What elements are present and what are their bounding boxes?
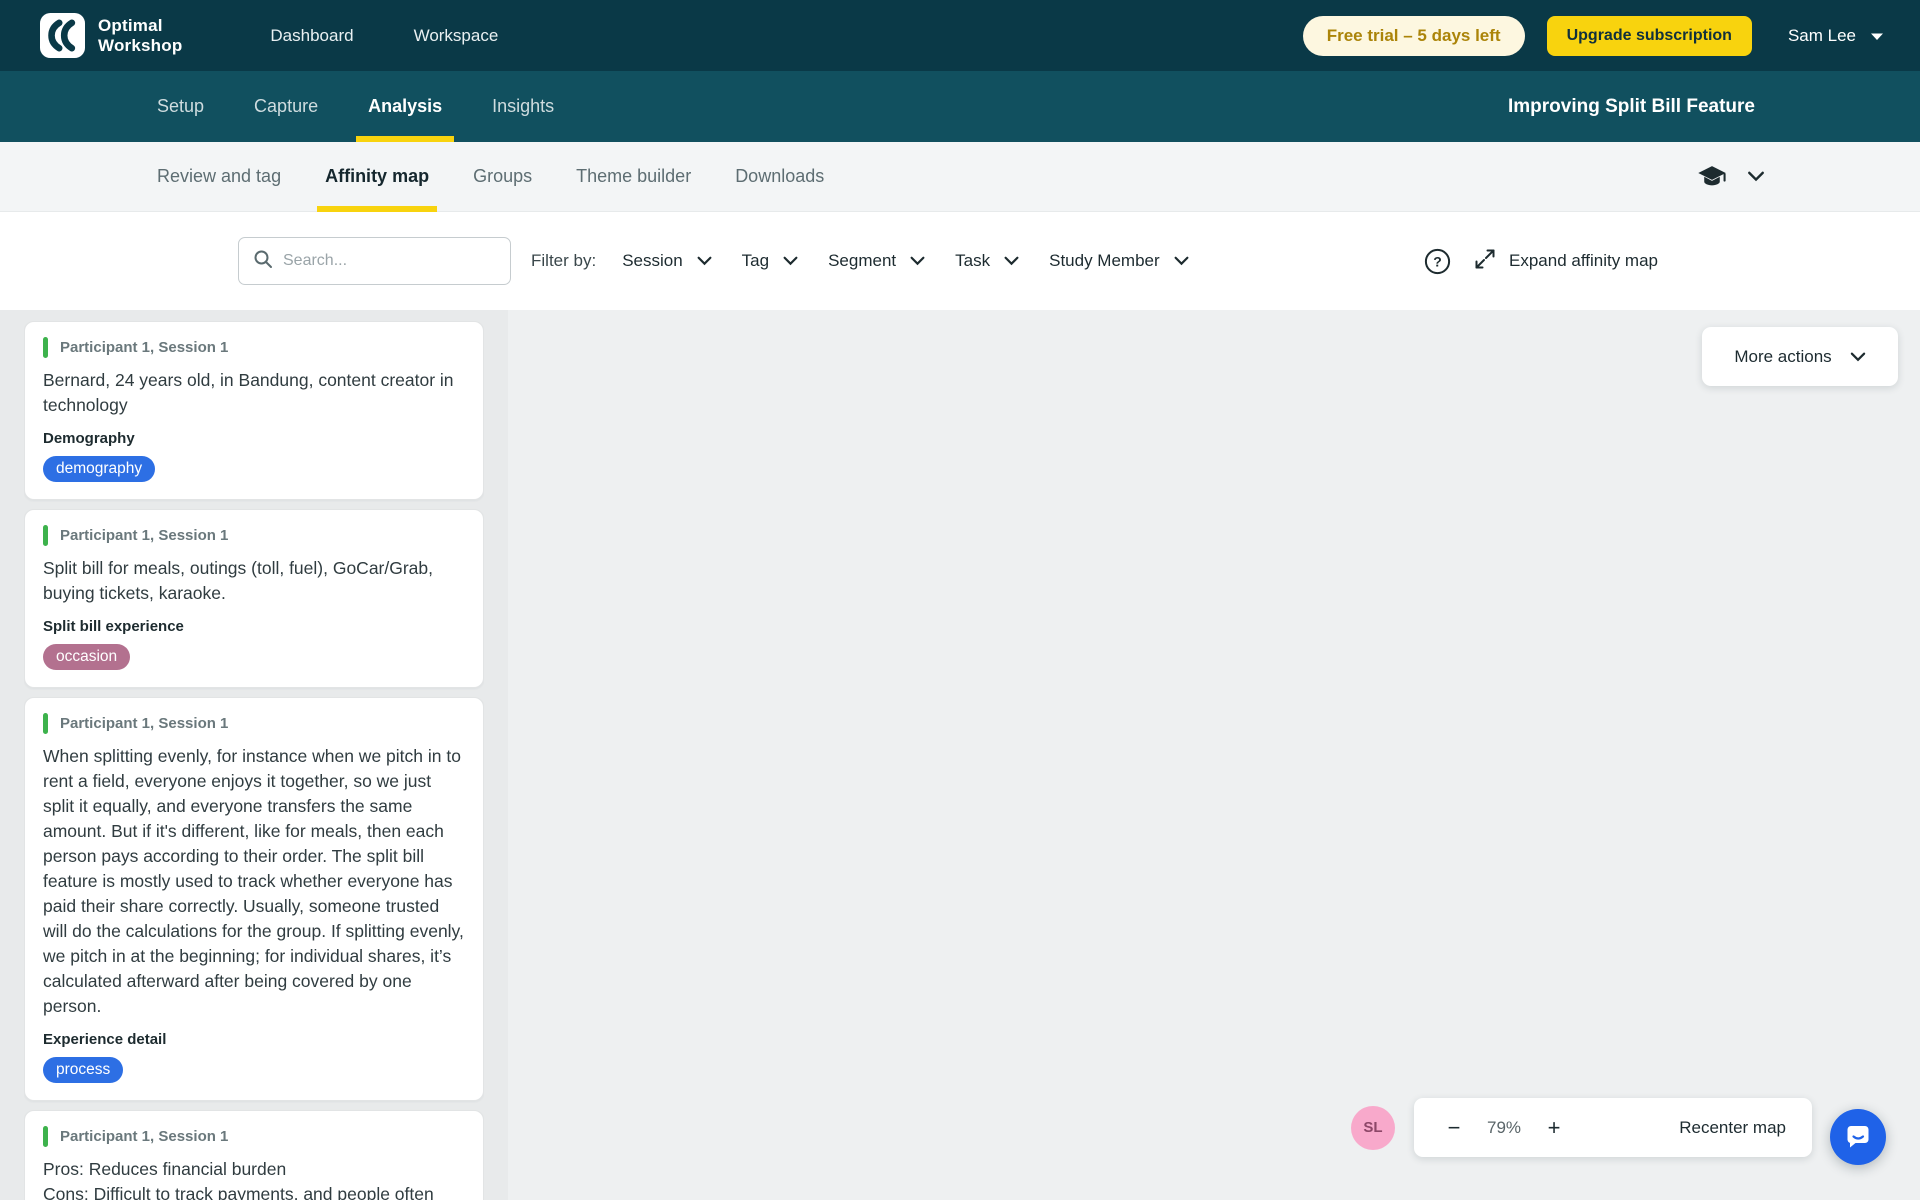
note-header: Participant 1, Session 1 bbox=[43, 713, 465, 734]
chevron-down-icon bbox=[910, 256, 925, 266]
note-header: Participant 1, Session 1 bbox=[43, 1126, 465, 1147]
nav-dashboard[interactable]: Dashboard bbox=[270, 26, 353, 46]
zoom-bar: − 79% + Recenter map bbox=[1414, 1098, 1812, 1157]
filter-by-label: Filter by: bbox=[531, 251, 597, 270]
expand-affinity-map[interactable]: Expand affinity map bbox=[1473, 247, 1658, 276]
avatar[interactable]: SL bbox=[1351, 1105, 1395, 1150]
tab-setup[interactable]: Setup bbox=[157, 71, 204, 142]
note-text: Pros: Reduces financial burden Cons: Dif… bbox=[43, 1159, 434, 1200]
filter-task[interactable]: Task bbox=[925, 251, 1019, 271]
note-text: Split bill for meals, outings (toll, fue… bbox=[43, 558, 434, 603]
participant-accent-bar bbox=[43, 713, 48, 734]
zoom-out-button[interactable]: − bbox=[1436, 1110, 1472, 1146]
note-card[interactable]: Participant 1, Session 1 Bernard, 24 year… bbox=[24, 321, 484, 500]
user-name: Sam Lee bbox=[1787, 25, 1856, 45]
filter-study-member[interactable]: Study Member bbox=[1019, 251, 1189, 271]
analysis-tabs: Review and tag Affinity map Groups Theme… bbox=[157, 142, 824, 212]
chevron-down-icon bbox=[1850, 352, 1865, 361]
search-box bbox=[238, 237, 511, 285]
chevron-down-icon bbox=[1174, 256, 1189, 266]
top-bar: Optimal Workshop Dashboard Workspace Free… bbox=[0, 0, 1920, 71]
map-controls: SL − 79% + Recenter map bbox=[1351, 1098, 1812, 1157]
note-tags: demography bbox=[43, 456, 465, 482]
zoom-in-button[interactable]: + bbox=[1536, 1110, 1572, 1146]
tab-theme-builder[interactable]: Theme builder bbox=[576, 142, 691, 211]
search-icon bbox=[253, 249, 273, 274]
participant-accent-bar bbox=[43, 525, 48, 546]
note-card[interactable]: Participant 1, Session 1 Pros: Reduces fi… bbox=[24, 1110, 484, 1200]
project-title: Improving Split Bill Feature bbox=[1507, 95, 1755, 117]
chat-bubble-icon bbox=[1843, 1121, 1873, 1154]
filter-tag[interactable]: Tag bbox=[712, 251, 798, 271]
user-menu[interactable]: Sam Lee bbox=[1788, 26, 1884, 46]
filter-session[interactable]: Session bbox=[600, 251, 712, 271]
note-card[interactable]: Participant 1, Session 1 When splitting e… bbox=[24, 697, 484, 1101]
tab-analysis[interactable]: Analysis bbox=[356, 71, 455, 142]
participant-label: Participant 1, Session 1 bbox=[60, 339, 229, 356]
tab-review-and-tag[interactable]: Review and tag bbox=[157, 142, 281, 211]
brand[interactable]: Optimal Workshop bbox=[40, 13, 182, 58]
expand-icon bbox=[1473, 247, 1497, 276]
filter-segment[interactable]: Segment bbox=[798, 251, 925, 271]
participant-accent-bar bbox=[43, 1126, 48, 1147]
project-bar: Setup Capture Analysis Insights Improvin… bbox=[0, 71, 1920, 142]
tab-affinity-map[interactable]: Affinity map bbox=[317, 142, 438, 212]
note-theme-label: Split bill experience bbox=[43, 618, 184, 635]
caret-down-icon bbox=[1870, 26, 1884, 46]
affinity-map-app: Optimal Workshop Dashboard Workspace Free… bbox=[0, 0, 1920, 1200]
chevron-down-icon bbox=[783, 256, 798, 266]
upgrade-subscription-button[interactable]: Upgrade subscription bbox=[1546, 15, 1752, 56]
tag-pill: process bbox=[43, 1057, 124, 1083]
note-text: Bernard, 24 years old, in Bandung, conte… bbox=[43, 370, 454, 415]
tab-downloads[interactable]: Downloads bbox=[735, 142, 824, 211]
brand-name: Optimal Workshop bbox=[98, 15, 183, 55]
search-input[interactable] bbox=[283, 252, 496, 270]
optimal-workshop-logo-icon bbox=[40, 13, 85, 58]
recenter-map-button[interactable]: Recenter map bbox=[1679, 1118, 1786, 1138]
note-tags: process bbox=[43, 1057, 465, 1083]
chevron-down-icon[interactable] bbox=[1747, 171, 1765, 182]
analysis-tab-row: Review and tag Affinity map Groups Theme… bbox=[0, 142, 1920, 212]
help-icon[interactable]: ? bbox=[1424, 248, 1451, 275]
graduation-cap-icon[interactable] bbox=[1697, 165, 1727, 189]
filter-row: Filter by: Session Tag Segment Task Stud… bbox=[0, 212, 1920, 310]
filter-row-right: ? Expand affinity map bbox=[1424, 247, 1658, 276]
note-card[interactable]: Participant 1, Session 1 Split bill for m… bbox=[24, 509, 484, 688]
free-trial-badge[interactable]: Free trial – 5 days left bbox=[1302, 15, 1525, 56]
tag-pill: demography bbox=[43, 456, 156, 482]
participant-label: Participant 1, Session 1 bbox=[60, 715, 229, 732]
participant-label: Participant 1, Session 1 bbox=[60, 1128, 229, 1145]
project-tabs: Setup Capture Analysis Insights bbox=[157, 71, 554, 142]
participant-label: Participant 1, Session 1 bbox=[60, 527, 229, 544]
chat-launcher-button[interactable] bbox=[1830, 1109, 1886, 1165]
note-theme-label: Demography bbox=[43, 430, 135, 447]
notes-column: Participant 1, Session 1 Bernard, 24 year… bbox=[24, 321, 484, 1200]
svg-text:?: ? bbox=[1433, 253, 1442, 269]
top-nav: Dashboard Workspace bbox=[270, 26, 498, 46]
zoom-level: 79% bbox=[1486, 1117, 1522, 1137]
note-text: When splitting evenly, for instance when… bbox=[43, 746, 464, 1016]
more-actions-button[interactable]: More actions bbox=[1702, 327, 1898, 386]
affinity-map-canvas[interactable]: Participant 1, Session 1 Bernard, 24 year… bbox=[0, 310, 1920, 1200]
tab-insights[interactable]: Insights bbox=[492, 71, 554, 142]
note-tags: occasion bbox=[43, 644, 465, 670]
tab-capture[interactable]: Capture bbox=[254, 71, 318, 142]
tab-groups[interactable]: Groups bbox=[473, 142, 532, 211]
participant-accent-bar bbox=[43, 337, 48, 358]
top-bar-right: Free trial – 5 days left Upgrade subscri… bbox=[1302, 15, 1884, 56]
chevron-down-icon bbox=[697, 256, 712, 266]
note-header: Participant 1, Session 1 bbox=[43, 525, 465, 546]
filter-dropdowns: Session Tag Segment Task Study Member bbox=[600, 251, 1189, 271]
chevron-down-icon bbox=[1004, 256, 1019, 266]
note-header: Participant 1, Session 1 bbox=[43, 337, 465, 358]
note-theme-label: Experience detail bbox=[43, 1031, 167, 1048]
tab-row-right bbox=[1697, 165, 1765, 189]
nav-workspace[interactable]: Workspace bbox=[414, 26, 499, 46]
tag-pill: occasion bbox=[43, 644, 131, 670]
